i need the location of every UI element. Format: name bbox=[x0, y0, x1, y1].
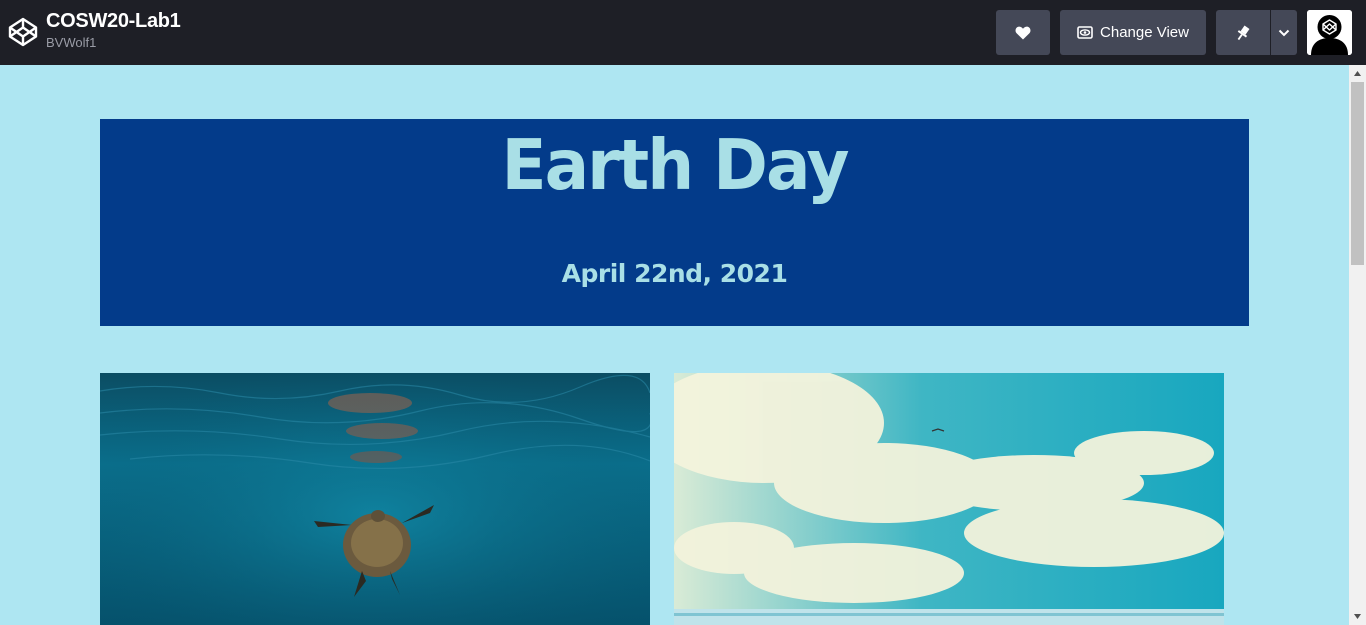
vertical-scrollbar[interactable] bbox=[1349, 65, 1366, 625]
sky-beach-image bbox=[674, 373, 1224, 625]
header-banner: Earth Day April 22nd, 2021 bbox=[100, 119, 1249, 326]
pen-preview: Earth Day April 22nd, 2021 bbox=[0, 65, 1349, 625]
change-view-button[interactable]: Change View bbox=[1060, 10, 1206, 55]
scrollbar-thumb[interactable] bbox=[1351, 82, 1364, 265]
more-options-button[interactable] bbox=[1271, 10, 1297, 55]
eye-icon bbox=[1077, 26, 1093, 39]
codepen-logo-icon[interactable] bbox=[8, 17, 38, 47]
avatar-icon bbox=[1307, 10, 1352, 55]
sea-turtle-image bbox=[100, 373, 650, 625]
pen-title-block: COSW20-Lab1 BVWolf1 bbox=[46, 10, 181, 52]
like-button[interactable] bbox=[996, 10, 1050, 55]
pin-button[interactable] bbox=[1216, 10, 1270, 55]
event-date: April 22nd, 2021 bbox=[561, 259, 788, 288]
pen-author-link[interactable]: BVWolf1 bbox=[46, 34, 181, 52]
user-avatar[interactable] bbox=[1307, 10, 1352, 55]
heart-icon bbox=[1015, 26, 1031, 39]
change-view-label: Change View bbox=[1100, 24, 1189, 41]
chevron-down-icon bbox=[1278, 29, 1290, 36]
pen-title[interactable]: COSW20-Lab1 bbox=[46, 10, 181, 32]
pin-icon bbox=[1237, 25, 1250, 40]
page-title: Earth Day bbox=[501, 125, 850, 206]
scroll-down-arrow-icon[interactable] bbox=[1349, 608, 1366, 625]
top-bar: COSW20-Lab1 BVWolf1 Change View bbox=[0, 0, 1366, 65]
scroll-up-arrow-icon[interactable] bbox=[1349, 65, 1366, 82]
